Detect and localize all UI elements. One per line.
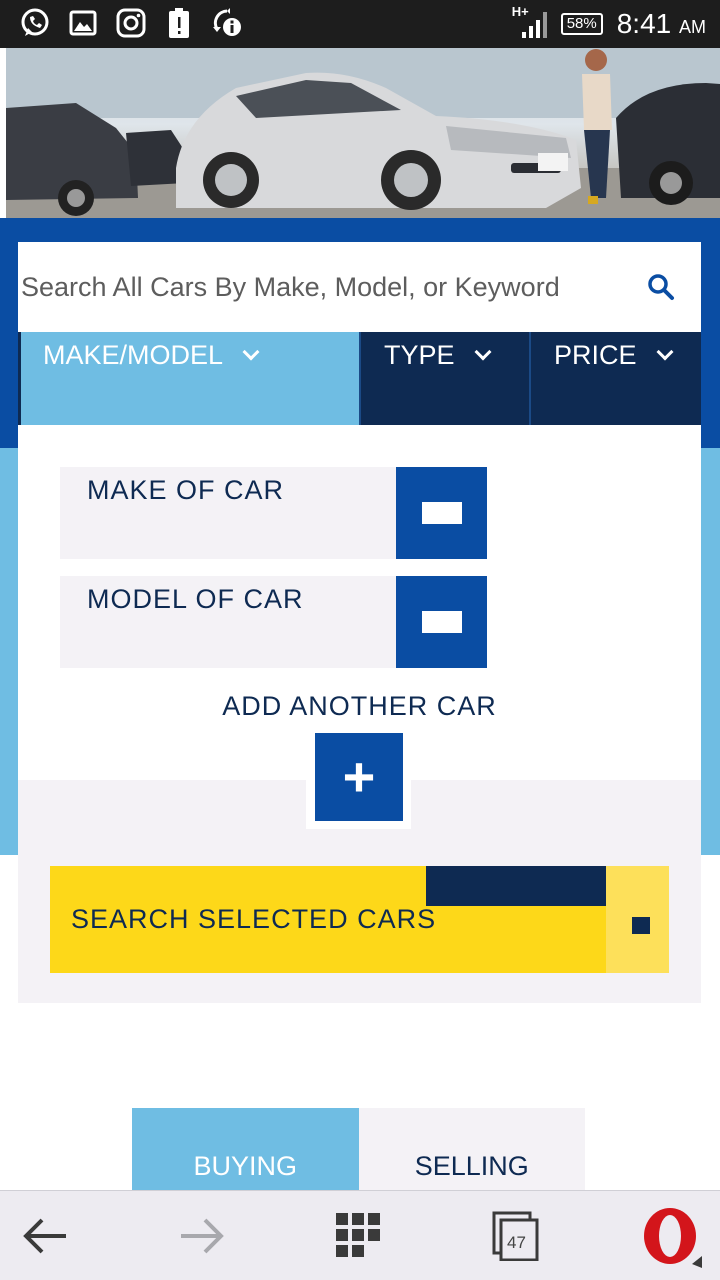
minus-icon [421, 502, 462, 524]
speed-dial-button[interactable] [319, 1191, 399, 1280]
filter-tabs: MAKE/MODEL TYPE PRICE [18, 332, 701, 425]
model-dropdown-button[interactable] [396, 576, 487, 668]
opera-menu-button[interactable] [632, 1191, 712, 1280]
battery-alert-icon [162, 6, 196, 40]
make-select[interactable]: MAKE OF CAR [60, 467, 487, 559]
arrow-right-icon [181, 1218, 224, 1254]
instagram-icon [114, 6, 148, 40]
tab-type[interactable]: TYPE [359, 332, 529, 425]
tab-buying-label: BUYING [193, 1151, 298, 1181]
tab-price-label: PRICE [554, 340, 637, 370]
make-dropdown-button[interactable] [396, 467, 487, 559]
chevron-down-icon [474, 343, 492, 361]
buy-sell-toggle: BUYING SELLING [132, 1108, 585, 1190]
whatsapp-icon [18, 6, 52, 40]
make-model-panel: MAKE OF CAR MODEL OF CAR ADD ANOTHER CAR [18, 425, 701, 780]
tab-buying[interactable]: BUYING [132, 1108, 359, 1190]
opera-logo-icon [644, 1208, 702, 1268]
minus-icon [421, 611, 462, 633]
model-select[interactable]: MODEL OF CAR [60, 576, 487, 668]
tab-make-model-label: MAKE/MODEL [43, 340, 224, 370]
tab-count: 47 [507, 1233, 526, 1252]
forward-button[interactable] [162, 1191, 242, 1280]
tabs-icon: 47 [492, 1211, 540, 1262]
search-input[interactable] [18, 242, 621, 332]
hero-image [6, 48, 720, 218]
browser-toolbar: 47 [0, 1190, 720, 1280]
battery-level: 58% [566, 15, 597, 32]
square-icon [632, 917, 650, 934]
clock-time: 8:41 [616, 8, 672, 39]
tab-selling[interactable]: SELLING [358, 1108, 585, 1190]
search-selected-button[interactable]: SEARCH SELECTED CARS [50, 866, 669, 973]
search-bar [18, 242, 701, 332]
tab-selling-label: SELLING [414, 1151, 529, 1181]
battery-indicator: 58% [560, 13, 603, 35]
grid-icon [336, 1213, 380, 1257]
clock: 8:41 AM [617, 8, 706, 40]
chevron-down-icon [242, 343, 260, 361]
arrow-left-icon [23, 1218, 66, 1254]
tabs-button[interactable]: 47 [476, 1191, 556, 1280]
chevron-down-icon [656, 343, 674, 361]
network-type: H+ [511, 4, 529, 19]
search-selected-label: SEARCH SELECTED CARS [71, 904, 437, 934]
tab-price[interactable]: PRICE [529, 332, 701, 425]
button-accent [426, 866, 635, 906]
sync-info-icon [210, 6, 244, 40]
gallery-icon [66, 6, 100, 40]
status-bar: H+ 58% 8:41 AM [0, 0, 720, 48]
plus-icon: + [342, 745, 376, 808]
tab-type-label: TYPE [384, 340, 455, 370]
model-label: MODEL OF CAR [87, 584, 304, 614]
make-label: MAKE OF CAR [87, 475, 285, 505]
tab-make-model[interactable]: MAKE/MODEL [21, 332, 359, 425]
clock-ampm: AM [679, 17, 706, 37]
signal-icon: H+ [512, 4, 547, 38]
add-car-button[interactable]: + [315, 733, 403, 821]
back-button[interactable] [5, 1191, 85, 1280]
search-icon [648, 274, 674, 300]
search-button[interactable] [621, 242, 701, 332]
add-another-car-label: ADD ANOTHER CAR [222, 691, 497, 721]
